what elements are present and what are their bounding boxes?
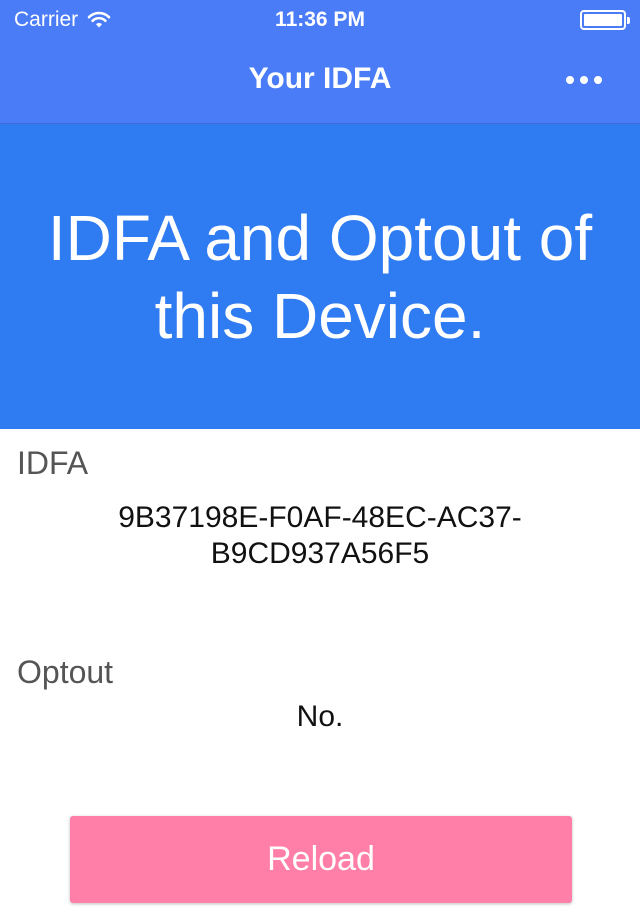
status-bar: Carrier 11:36 PM <box>0 0 640 40</box>
page-title: Your IDFA <box>248 62 392 95</box>
idfa-label: IDFA <box>17 445 89 481</box>
more-dot-icon <box>566 76 574 84</box>
optout-value: No. <box>296 700 344 733</box>
reload-button[interactable]: Reload <box>70 816 572 903</box>
more-dot-icon <box>580 76 588 84</box>
hero-banner: IDFA and Optout of this Device. <box>0 124 640 429</box>
status-time: 11:36 PM <box>275 8 365 31</box>
idfa-value: 9B37198E-F0AF-48EC-AC37-B9CD937A56F5 <box>118 501 522 570</box>
battery-level <box>584 14 622 26</box>
navigation-bar: Carrier 11:36 PM Your IDFA <box>0 0 640 124</box>
more-options-button[interactable] <box>562 72 606 88</box>
more-dot-icon <box>594 76 602 84</box>
optout-label: Optout <box>17 654 114 690</box>
battery-icon <box>580 10 630 30</box>
hero-heading: IDFA and Optout of this Device. <box>47 201 593 352</box>
